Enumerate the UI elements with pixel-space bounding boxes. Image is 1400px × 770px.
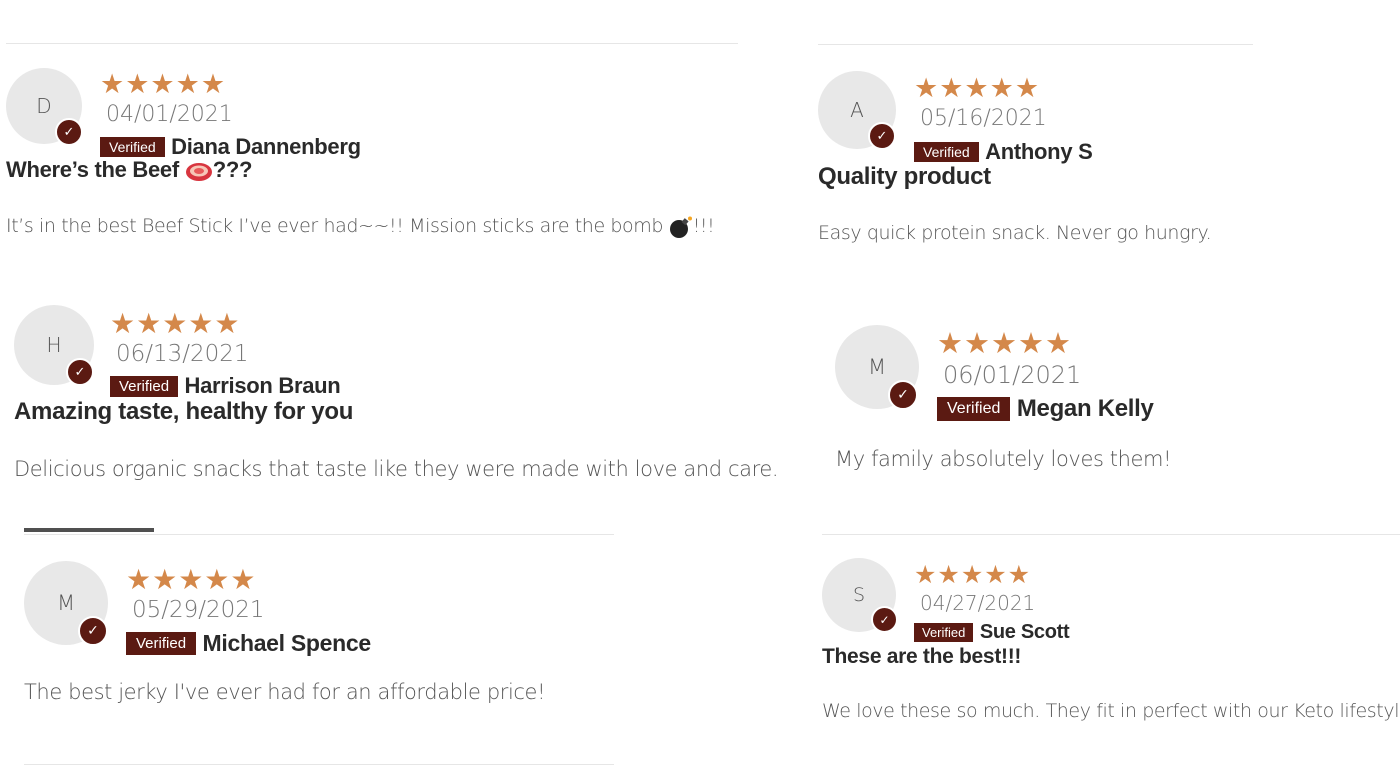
star-rating: ★★★★★	[110, 307, 241, 340]
reviewer-name: Anthony S	[985, 139, 1093, 164]
verified-check-icon: ✓	[868, 122, 896, 150]
star-rating: ★★★★★	[914, 560, 1032, 589]
review-title-text: Where’s the Beef	[6, 157, 179, 182]
review-body: The best jerky I've ever had for an affo…	[24, 680, 546, 704]
review-title: These are the best!!!	[822, 645, 1022, 668]
review-body: My family absolutely loves them!	[835, 447, 1172, 471]
review-meta: ★★★★★ 04/27/2021 Verified Sue Scott	[914, 560, 1070, 644]
divider	[6, 43, 738, 44]
review-date: 05/16/2021	[920, 106, 1047, 131]
star-rating: ★★★★★	[100, 69, 227, 100]
verified-badge: Verified	[100, 137, 165, 157]
review-date: 05/29/2021	[132, 597, 265, 623]
verified-check-icon: ✓	[888, 380, 918, 410]
review-title-suffix: ???	[212, 157, 253, 182]
verified-check-icon: ✓	[55, 118, 83, 146]
avatar-initial: D	[36, 94, 52, 118]
verified-check-icon: ✓	[78, 616, 108, 646]
review-body: It’s in the best Beef Stick I’ve ever ha…	[6, 215, 715, 238]
reviewer-name: Megan Kelly	[1016, 395, 1154, 422]
verified-badge: Verified	[126, 632, 197, 655]
steak-icon	[185, 160, 213, 182]
review-date: 04/01/2021	[106, 102, 233, 127]
review-meta: ★★★★★ 05/29/2021 Verified Michael Spence	[126, 564, 371, 657]
review-body-text: It’s in the best Beef Stick I’ve ever ha…	[6, 215, 664, 237]
review-meta: ★★★★★ 06/13/2021 Verified Harrison Braun	[110, 307, 341, 399]
reviewer-name: Harrison Braun	[184, 373, 341, 398]
review-meta: ★★★★★ 04/01/2021 Verified Diana Dannenbe…	[100, 70, 361, 160]
avatar-initial: A	[850, 98, 864, 122]
star-rating: ★★★★★	[126, 563, 257, 596]
avatar-initial: S	[852, 584, 866, 606]
star-rating: ★★★★★	[914, 73, 1041, 104]
review-title: Quality product	[818, 163, 991, 190]
review-meta: ★★★★★ 05/16/2021 Verified Anthony S	[914, 73, 1093, 165]
divider	[24, 764, 614, 765]
review-title: Where’s the Beef ???	[6, 157, 252, 183]
avatar-initial: M	[867, 355, 887, 379]
review-title: Amazing taste, healthy for you	[14, 398, 354, 425]
review-meta: ★★★★★ 06/01/2021 Verified Megan Kelly	[937, 327, 1154, 423]
divider	[822, 534, 1400, 535]
avatar-initial: M	[56, 591, 76, 615]
reviewer-name: Michael Spence	[202, 630, 372, 656]
review-body: We love these so much. They fit in perfe…	[822, 700, 1400, 722]
verified-check-icon: ✓	[871, 606, 898, 633]
review-date: 06/01/2021	[943, 361, 1082, 389]
review-date: 06/13/2021	[116, 341, 249, 367]
verified-check-icon: ✓	[66, 358, 94, 386]
avatar-initial: H	[46, 333, 62, 357]
review-date: 04/27/2021	[920, 591, 1036, 615]
star-rating: ★★★★★	[937, 326, 1072, 360]
review-body-suffix: !!!	[692, 215, 715, 237]
verified-badge: Verified	[110, 375, 179, 397]
divider	[818, 44, 1253, 45]
verified-badge: Verified	[914, 142, 979, 162]
review-body: Delicious organic snacks that taste like…	[14, 457, 779, 481]
review-body: Easy quick protein snack. Never go hungr…	[818, 222, 1212, 244]
reviewer-name: Sue Scott	[979, 621, 1070, 643]
divider	[24, 534, 614, 535]
verified-badge: Verified	[937, 397, 1011, 421]
bomb-icon	[669, 216, 693, 238]
active-indicator	[24, 528, 154, 532]
verified-badge: Verified	[914, 623, 974, 642]
